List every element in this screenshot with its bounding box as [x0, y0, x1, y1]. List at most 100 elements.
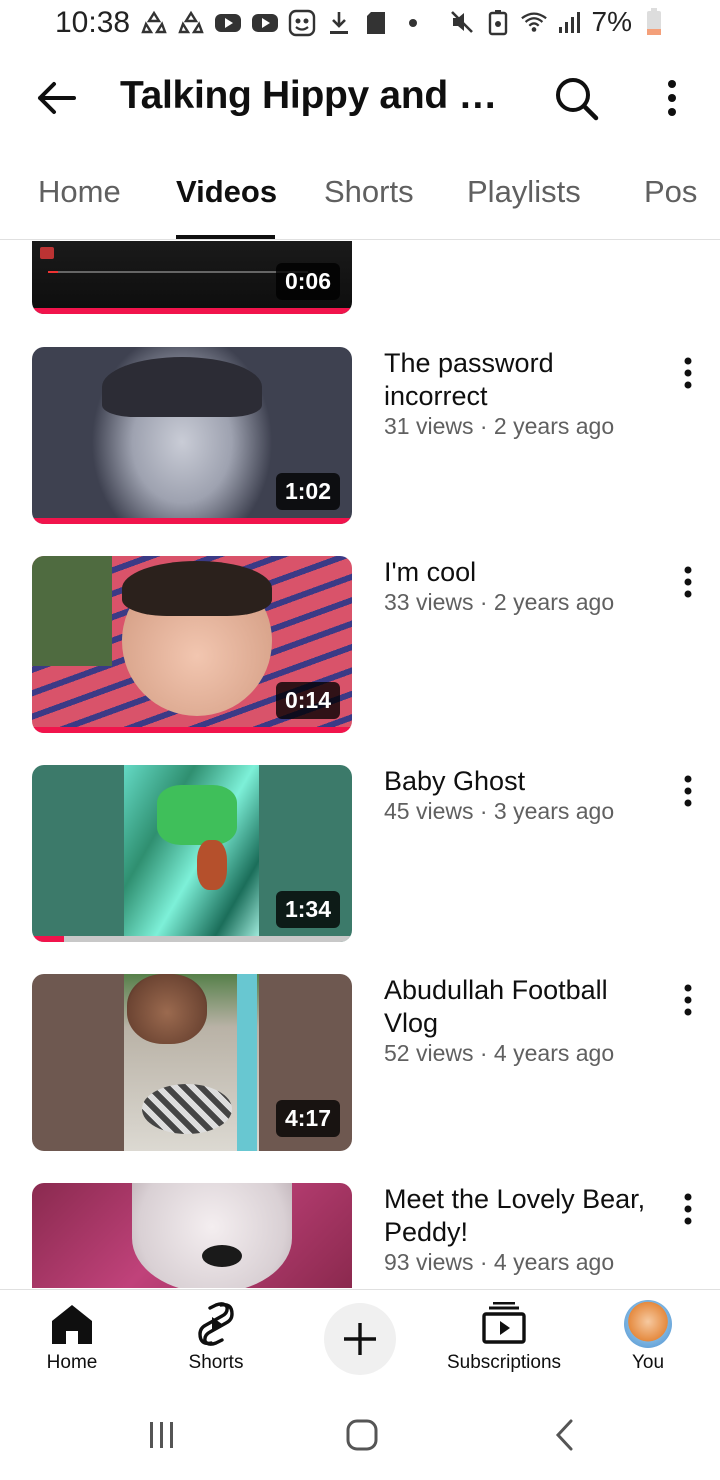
- plus-icon: [344, 1323, 376, 1355]
- thumbnail-bear-face: [132, 1183, 292, 1288]
- battery-icon: [640, 8, 668, 36]
- thumbnail-figure: [157, 785, 237, 845]
- video-title[interactable]: The password incorrect: [384, 347, 664, 413]
- video-duration: 0:14: [275, 682, 340, 719]
- tab-shorts[interactable]: Shorts: [324, 174, 414, 210]
- tab-posts[interactable]: Pos: [644, 174, 697, 210]
- video-title[interactable]: Abudullah Football Vlog: [384, 974, 664, 1040]
- search-icon: [556, 78, 599, 121]
- more-vert-icon: [684, 566, 692, 598]
- recorded-player-bar: [48, 271, 308, 273]
- video-more-button[interactable]: [674, 1189, 702, 1229]
- system-status-icons: 7%: [448, 6, 668, 38]
- nav-you[interactable]: You: [583, 1290, 713, 1390]
- video-item[interactable]: 0:06: [0, 241, 720, 315]
- app-bar: Talking Hippy and Fr...: [0, 52, 720, 144]
- recorded-player-progress: [48, 271, 58, 273]
- video-title[interactable]: Meet the Lovely Bear, Peddy!: [384, 1183, 664, 1249]
- video-item[interactable]: Meet the Lovely Bear, Peddy! 93 views · …: [0, 1183, 720, 1288]
- video-meta: 33 views · 2 years ago: [384, 589, 615, 615]
- nav-home[interactable]: Home: [7, 1290, 137, 1390]
- watch-progress: [32, 308, 352, 314]
- status-time: 10:38: [55, 6, 131, 39]
- watch-progress: [32, 518, 352, 524]
- download-icon: [325, 9, 353, 37]
- thumbnail-bear-nose: [202, 1245, 242, 1267]
- nav-shorts[interactable]: Shorts: [151, 1290, 281, 1390]
- battery-saver-icon: [484, 8, 512, 36]
- avatar: [624, 1300, 672, 1348]
- channel-title: Talking Hippy and Fr...: [120, 74, 520, 117]
- notification-icons: [140, 9, 427, 37]
- video-title[interactable]: I'm cool: [384, 556, 664, 589]
- more-vert-icon: [684, 775, 692, 807]
- video-thumbnail[interactable]: 0:14: [32, 556, 352, 733]
- wifi-icon: [520, 8, 548, 36]
- thumbnail-figure-detail: [197, 840, 227, 890]
- more-vert-icon: [684, 1193, 692, 1225]
- video-meta: 52 views · 4 years ago: [384, 1040, 615, 1066]
- back-button[interactable]: [30, 74, 82, 122]
- nav-subscriptions-label: Subscriptions: [446, 1352, 562, 1373]
- video-thumbnail[interactable]: 0:06: [32, 241, 352, 314]
- shorts-icon: [192, 1300, 240, 1348]
- recent-apps-button[interactable]: [132, 1413, 192, 1457]
- video-thumbnail[interactable]: [32, 1183, 352, 1288]
- video-item[interactable]: 4:17 Abudullah Football Vlog 52 views · …: [0, 974, 720, 1152]
- mute-icon: [448, 8, 476, 36]
- nav-shorts-label: Shorts: [188, 1352, 244, 1373]
- video-more-button[interactable]: [674, 562, 702, 602]
- video-more-button[interactable]: [674, 980, 702, 1020]
- watch-progress: [32, 936, 64, 942]
- signal-icon: [556, 8, 584, 36]
- watch-progress: [32, 727, 352, 733]
- video-meta: 45 views · 3 years ago: [384, 798, 615, 824]
- video-title[interactable]: Baby Ghost: [384, 765, 664, 798]
- video-more-button[interactable]: [674, 353, 702, 393]
- recycle-icon: [140, 9, 168, 37]
- thumbnail-face: [127, 974, 207, 1044]
- video-meta: 93 views · 4 years ago: [384, 1249, 615, 1275]
- status-bar: 10:38 7%: [0, 0, 720, 48]
- thumbnail-shirt-print: [142, 1084, 232, 1134]
- video-thumbnail[interactable]: 1:34: [32, 765, 352, 942]
- recent-apps-icon: [150, 1422, 173, 1448]
- youtube-icon: [251, 9, 279, 37]
- thumbnail-hair: [102, 357, 262, 417]
- video-duration: 0:06: [275, 263, 340, 300]
- home-system-button[interactable]: [332, 1413, 392, 1457]
- more-options-button[interactable]: [652, 74, 692, 122]
- video-thumbnail[interactable]: 1:02: [32, 347, 352, 524]
- video-duration: 1:02: [275, 473, 340, 510]
- video-item[interactable]: 0:14 I'm cool 33 views · 2 years ago: [0, 556, 720, 734]
- subscriptions-icon: [480, 1300, 528, 1348]
- tab-home[interactable]: Home: [38, 174, 121, 210]
- app-logo-icon: [40, 247, 54, 259]
- active-tab-indicator: [176, 235, 275, 239]
- video-list: 0:06 1:02 The password incorrect 31 view…: [0, 241, 720, 1288]
- thumbnail-door-edge: [237, 974, 257, 1151]
- thumbnail-hair: [122, 561, 272, 616]
- nav-you-label: You: [631, 1352, 665, 1373]
- tab-videos[interactable]: Videos: [176, 174, 277, 210]
- search-button[interactable]: [550, 72, 602, 124]
- thumbnail-foliage: [32, 556, 112, 666]
- account-avatar: [624, 1300, 672, 1348]
- video-thumbnail[interactable]: 4:17: [32, 974, 352, 1151]
- tab-playlists[interactable]: Playlists: [467, 174, 581, 210]
- channel-tabs: Home Videos Shorts Playlists Pos: [0, 150, 720, 240]
- app-face-icon: [288, 9, 316, 37]
- video-item[interactable]: 1:02 The password incorrect 31 views · 2…: [0, 347, 720, 525]
- create-button[interactable]: [324, 1303, 396, 1375]
- video-item[interactable]: 1:34 Baby Ghost 45 views · 3 years ago: [0, 765, 720, 943]
- video-duration: 1:34: [275, 891, 340, 928]
- more-vert-icon: [668, 80, 676, 116]
- system-navigation-bar: [0, 1389, 720, 1480]
- bottom-navigation: Home Shorts Subscriptions You: [0, 1289, 720, 1389]
- video-meta: 31 views · 2 years ago: [384, 413, 615, 439]
- home-circle-icon: [346, 1419, 378, 1451]
- video-more-button[interactable]: [674, 771, 702, 811]
- battery-percentage: 7%: [591, 6, 632, 37]
- back-system-button[interactable]: [535, 1413, 595, 1457]
- nav-subscriptions[interactable]: Subscriptions: [439, 1290, 569, 1390]
